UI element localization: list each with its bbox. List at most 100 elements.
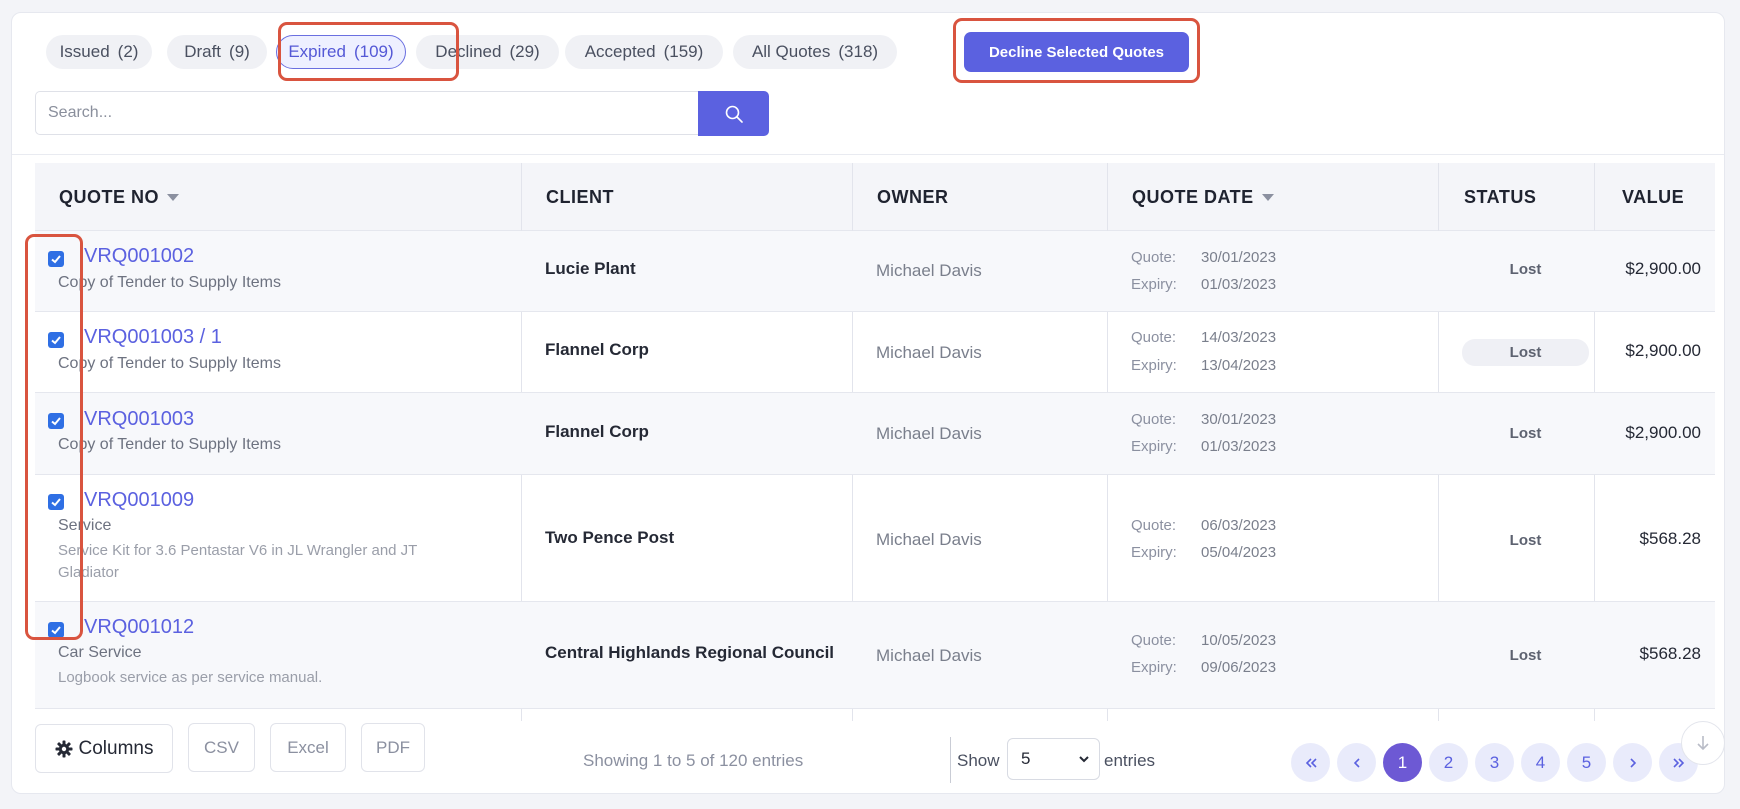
quote-number-link[interactable]: VRQ001003 [84, 408, 194, 431]
table-row[interactable]: VRQ001002 Copy of Tender to Supply Items… [35, 231, 1715, 312]
tab-all-quotes[interactable]: All Quotes (318) [733, 35, 897, 69]
quote-value: $2,900.00 [1625, 341, 1701, 360]
next-page-button[interactable] [1613, 743, 1652, 782]
entries-label: entries [1104, 751, 1156, 770]
page-size-select[interactable]: 5 [1007, 738, 1100, 780]
client-name: Flannel Corp [545, 340, 649, 359]
status-badge: Lost [1509, 425, 1542, 442]
quote-label: Quote: [1131, 517, 1177, 534]
row-checkbox[interactable] [48, 494, 64, 510]
quote-subtitle: Car Service [58, 644, 142, 661]
quote-number-link[interactable]: VRQ001002 [84, 245, 194, 268]
sort-caret-icon [167, 193, 180, 201]
prev-page-button[interactable] [1337, 743, 1376, 782]
quote-subtitle: Copy of Tender to Supply Items [58, 355, 281, 372]
column-client[interactable]: CLIENT [546, 163, 614, 231]
quote-number-link[interactable]: VRQ001003 / 1 [84, 326, 222, 349]
owner-name: Michael Davis [876, 343, 982, 362]
quotes-card: Issued (2) Draft (9) Expired (109) Declined… [11, 12, 1725, 794]
double-chevron-left-icon [1305, 757, 1317, 768]
tab-draft[interactable]: Draft (9) [167, 35, 267, 69]
quote-label: Quote: [1131, 249, 1177, 266]
status-badge: Lost [1509, 532, 1542, 549]
checkmark-icon [51, 498, 61, 507]
csv-export-button[interactable]: CSV [188, 723, 255, 772]
quote-value: $2,900.00 [1625, 423, 1701, 442]
quote-description: Service Kit for 3.6 Pentastar V6 in JL W… [58, 542, 418, 581]
page-button-2[interactable]: 2 [1429, 743, 1468, 782]
quote-label: Quote: [1131, 632, 1177, 649]
quote-date: 30/01/2023 [1201, 411, 1277, 428]
gear-icon [55, 740, 72, 757]
entries-info: Showing 1 to 5 of 120 entries [583, 751, 804, 770]
row-checkbox[interactable] [48, 332, 64, 348]
client-name: Lucie Plant [545, 259, 636, 278]
column-value[interactable]: VALUE [1622, 163, 1684, 231]
quote-subtitle: Copy of Tender to Supply Items [58, 274, 281, 291]
status-badge: Lost [1509, 647, 1542, 664]
expiry-date: 09/06/2023 [1201, 659, 1277, 676]
search-button[interactable] [698, 91, 769, 136]
table-row[interactable]: VRQ001003 Copy of Tender to Supply Items… [35, 393, 1715, 475]
divider [12, 154, 1724, 155]
quote-date: 30/01/2023 [1201, 249, 1277, 266]
column-status[interactable]: STATUS [1464, 163, 1536, 231]
page-button-4[interactable]: 4 [1521, 743, 1560, 782]
quote-number-link[interactable]: VRQ001009 [84, 489, 194, 512]
excel-export-button[interactable]: Excel [270, 723, 346, 772]
quote-label: Quote: [1131, 411, 1177, 428]
chevron-left-icon [1353, 757, 1360, 768]
page-button-1[interactable]: 1 [1383, 743, 1422, 782]
decline-selected-quotes-button[interactable]: Decline Selected Quotes [964, 32, 1189, 72]
search-icon [725, 105, 743, 123]
client-name: Flannel Corp [545, 422, 649, 441]
column-owner[interactable]: OWNER [877, 163, 949, 231]
owner-name: Michael Davis [876, 530, 982, 549]
checkmark-icon [51, 417, 61, 426]
client-name: Two Pence Post [545, 528, 675, 547]
expiry-date: 01/03/2023 [1201, 276, 1277, 293]
expiry-label: Expiry: [1131, 659, 1177, 676]
quote-date: 10/05/2023 [1201, 632, 1277, 649]
row-checkbox[interactable] [48, 251, 64, 267]
quote-number-link[interactable]: VRQ001012 [84, 616, 194, 639]
column-quote-no[interactable]: QUOTE NO [59, 163, 180, 231]
table-row[interactable]: VRQ001009 Service Service Kit for 3.6 Pe… [35, 475, 1715, 602]
status-badge: Lost [1462, 339, 1589, 366]
quote-value: $568.28 [1639, 529, 1701, 548]
expiry-date: 13/04/2023 [1201, 357, 1277, 374]
owner-name: Michael Davis [876, 646, 982, 665]
checkmark-icon [51, 255, 61, 264]
first-page-button[interactable] [1291, 743, 1330, 782]
expiry-date: 01/03/2023 [1201, 438, 1277, 455]
checkmark-icon [51, 626, 61, 635]
pdf-export-button[interactable]: PDF [361, 723, 425, 772]
show-label: Show [957, 751, 1000, 770]
tab-accepted[interactable]: Accepted (159) [565, 35, 723, 69]
row-checkbox[interactable] [48, 413, 64, 429]
scroll-down-button[interactable] [1681, 721, 1725, 765]
checkmark-icon [51, 336, 61, 345]
row-checkbox[interactable] [48, 622, 64, 638]
quote-value: $568.28 [1639, 644, 1701, 663]
expiry-label: Expiry: [1131, 276, 1177, 293]
search-input[interactable] [35, 91, 699, 135]
expiry-label: Expiry: [1131, 357, 1177, 374]
columns-button[interactable]: Columns [35, 724, 173, 773]
quote-date: 06/03/2023 [1201, 517, 1277, 534]
tab-expired[interactable]: Expired (109) [276, 35, 406, 69]
page-button-5[interactable]: 5 [1567, 743, 1606, 782]
status-badge: Lost [1509, 261, 1542, 278]
table-row[interactable]: VRQ001003 / 1 Copy of Tender to Supply I… [35, 312, 1715, 393]
column-quote-date[interactable]: QUOTE DATE [1132, 163, 1274, 231]
expiry-label: Expiry: [1131, 438, 1177, 455]
tab-issued[interactable]: Issued (2) [46, 35, 152, 69]
table-row[interactable]: VRQ001012 Car Service Logbook service as… [35, 602, 1715, 709]
page-button-3[interactable]: 3 [1475, 743, 1514, 782]
expiry-date: 05/04/2023 [1201, 544, 1277, 561]
table-header: QUOTE NO CLIENT OWNER QUOTE DATE STATUS … [35, 163, 1715, 231]
owner-name: Michael Davis [876, 261, 982, 280]
chevron-down-icon [1079, 756, 1089, 763]
tab-declined[interactable]: Declined (29) [416, 35, 559, 69]
quote-value: $2,900.00 [1625, 259, 1701, 278]
